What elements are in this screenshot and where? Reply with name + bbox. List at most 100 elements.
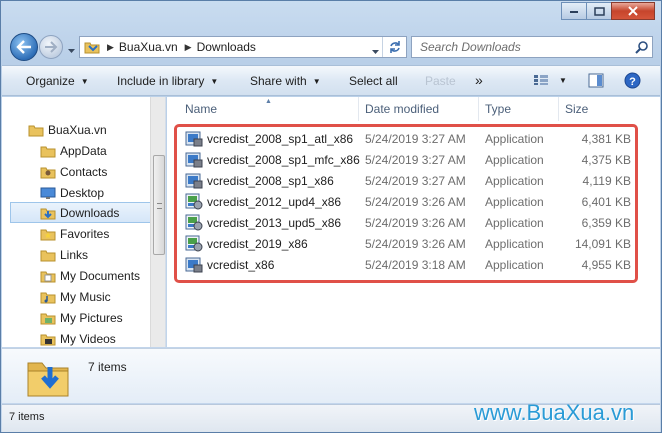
column-header-label: Size	[565, 102, 589, 116]
breadcrumb-downloads[interactable]: Downloads	[197, 40, 256, 54]
column-header-type[interactable]: Type	[479, 97, 559, 121]
sidebar-item-desktop[interactable]: Desktop	[40, 182, 165, 203]
sidebar-item-my-pictures[interactable]: My Pictures	[40, 307, 165, 328]
refresh-icon	[389, 41, 400, 53]
help-icon: ?	[624, 72, 641, 89]
search-box[interactable]	[411, 36, 653, 58]
file-list: ▲ Name Date modified Type Size vcredist_…	[167, 97, 660, 347]
videos-icon	[40, 331, 56, 347]
close-button[interactable]	[611, 2, 655, 20]
downloads-folder-icon	[27, 362, 69, 397]
include-in-library-button[interactable]: Include in library ▼	[117, 74, 218, 88]
arrow-left-icon	[16, 40, 31, 54]
include-in-library-label: Include in library	[117, 74, 205, 88]
folder-icon	[40, 143, 56, 159]
arrow-right-icon	[45, 41, 58, 53]
sidebar-item-buaxua[interactable]: BuaXua.vn	[28, 119, 165, 140]
paste-button[interactable]: Paste	[425, 74, 456, 88]
desktop-icon	[40, 185, 56, 201]
more-commands-button[interactable]: »	[475, 72, 483, 88]
sidebar-item-label: Contacts	[60, 164, 108, 179]
watermark: www.BuaXua.vn	[474, 400, 635, 425]
sidebar-item-label: My Music	[60, 289, 111, 304]
column-header-label: Date modified	[365, 102, 440, 116]
search-input[interactable]	[412, 38, 632, 56]
address-bar[interactable]: ▶ BuaXua.vn ▶ Downloads	[79, 36, 407, 58]
search-icon[interactable]	[632, 40, 652, 54]
forward-button[interactable]	[39, 35, 63, 59]
change-view-button[interactable]: ▼	[533, 74, 567, 86]
sidebar-item-label: Downloads	[60, 205, 120, 220]
sidebar-item-appdata[interactable]: AppData	[40, 140, 165, 161]
folder-icon	[84, 42, 100, 54]
sidebar-item-my-music[interactable]: My Music	[40, 286, 165, 307]
sidebar-item-label: Desktop	[60, 185, 105, 200]
address-dropdown[interactable]	[371, 44, 380, 58]
breadcrumb-buaxua[interactable]: BuaXua.vn	[119, 40, 178, 54]
caption-buttons	[561, 2, 655, 20]
favorites-icon	[40, 226, 56, 242]
back-button[interactable]	[10, 33, 38, 61]
column-header-label: Type	[485, 102, 512, 116]
minimize-button[interactable]	[561, 2, 587, 20]
maximize-button[interactable]	[586, 2, 612, 20]
column-header-label: Name	[185, 102, 218, 116]
breadcrumb-separator: ▶	[107, 41, 114, 52]
details-pane: 7 items	[2, 348, 660, 403]
user-folder-icon	[28, 122, 44, 138]
highlight-box	[174, 124, 638, 283]
command-bar: Organize ▼ Include in library ▼ Share with…	[2, 65, 660, 96]
share-with-button[interactable]: Share with ▼	[250, 74, 321, 88]
chevron-down-icon	[68, 49, 75, 53]
organize-button[interactable]: Organize ▼	[26, 74, 89, 88]
column-header-date-modified[interactable]: Date modified	[359, 97, 479, 121]
chevron-down-icon: ▼	[210, 76, 219, 86]
links-icon	[40, 247, 56, 263]
select-all-label: Select all	[349, 74, 398, 88]
organize-label: Organize	[26, 74, 75, 88]
sidebar-item-my-documents[interactable]: My Documents	[40, 265, 165, 286]
paste-label: Paste	[425, 74, 456, 88]
item-count: 7 items	[88, 360, 127, 374]
maximize-icon	[593, 6, 605, 16]
scrollbar-thumb[interactable]	[153, 155, 165, 255]
sidebar-item-label: My Videos	[60, 331, 116, 346]
sidebar-item-downloads[interactable]: Downloads	[10, 202, 151, 223]
contacts-icon	[40, 164, 56, 180]
sidebar-item-favorites[interactable]: Favorites	[40, 223, 165, 244]
breadcrumb-separator: ▶	[184, 41, 192, 52]
close-icon	[628, 6, 638, 16]
sidebar-item-links[interactable]: Links	[40, 244, 165, 265]
minimize-icon	[570, 11, 578, 13]
svg-text:?: ?	[629, 76, 636, 88]
sidebar-item-my-videos[interactable]: My Videos	[40, 328, 165, 347]
status-item-count: 7 items	[9, 411, 45, 423]
sidebar-item-contacts[interactable]: Contacts	[40, 161, 165, 182]
help-button[interactable]: ?	[624, 72, 641, 89]
documents-icon	[40, 268, 56, 284]
preview-pane-icon	[588, 73, 604, 88]
sidebar-item-label: Favorites	[60, 226, 110, 241]
sidebar-item-label: My Documents	[60, 268, 141, 283]
share-with-label: Share with	[250, 74, 307, 88]
chevron-down-icon: ▼	[80, 76, 89, 86]
chevron-down-icon	[372, 50, 379, 54]
navigation-pane: BuaXua.vn AppData Contacts Desktop Downl…	[2, 97, 166, 347]
select-all-button[interactable]: Select all	[349, 74, 398, 88]
refresh-button[interactable]	[382, 37, 406, 57]
column-header-name[interactable]: Name	[179, 97, 359, 121]
chevron-down-icon: ▼	[559, 75, 567, 85]
chevron-down-icon: ▼	[312, 76, 321, 86]
sidebar-item-label: AppData	[60, 143, 107, 158]
scrollbar-grip	[157, 203, 162, 209]
downloads-icon	[40, 205, 56, 221]
pictures-icon	[40, 310, 56, 326]
sidebar-item-label: My Pictures	[60, 310, 123, 325]
preview-pane-button[interactable]	[588, 73, 604, 88]
music-icon	[40, 289, 56, 305]
more-label: »	[475, 72, 483, 88]
recent-pages-dropdown[interactable]	[67, 43, 76, 57]
column-header-size[interactable]: Size	[559, 97, 639, 121]
sidebar-item-label: Links	[60, 247, 89, 262]
navigation-scrollbar[interactable]	[150, 97, 165, 347]
